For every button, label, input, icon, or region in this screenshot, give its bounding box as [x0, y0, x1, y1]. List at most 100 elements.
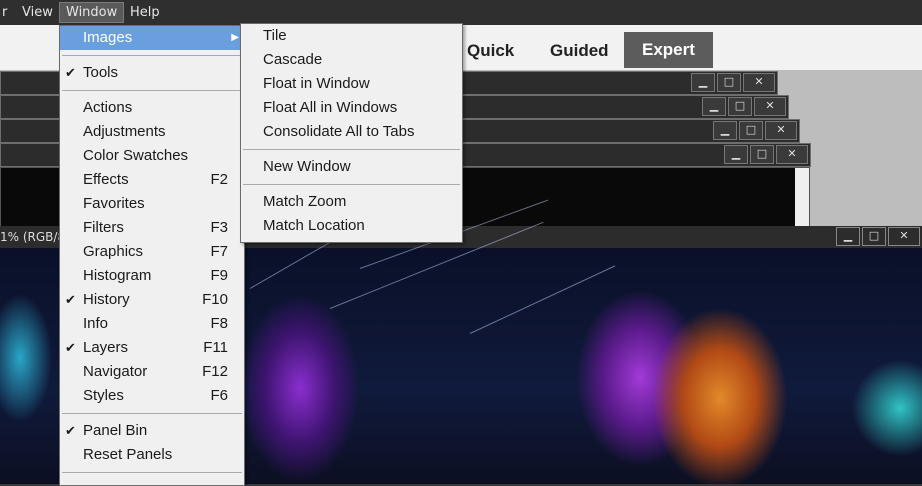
menu-item-info[interactable]: Info F8 — [60, 312, 244, 336]
menu-item-color-swatches[interactable]: Color Swatches — [60, 144, 244, 168]
restore-icon: □ — [734, 99, 746, 112]
menu-item-shortcut: F11 — [203, 339, 228, 356]
menu-item-tools[interactable]: ✔ Tools — [60, 61, 244, 85]
minimize-button[interactable]: ▁ — [702, 97, 726, 116]
menu-item-shortcut: F3 — [210, 219, 228, 236]
menu-item-histogram[interactable]: Histogram F9 — [60, 264, 244, 288]
close-button[interactable]: ✕ — [776, 145, 808, 164]
menu-item-label: Consolidate All to Tabs — [263, 123, 415, 140]
vertical-scrollbar[interactable] — [795, 168, 809, 228]
menu-item-label: Styles — [83, 387, 124, 404]
menu-item-new-window[interactable]: New Window — [241, 155, 462, 179]
menu-item-label: History — [83, 291, 130, 308]
menu-separator — [62, 413, 242, 414]
checkmark-icon: ✔ — [65, 423, 76, 438]
close-button[interactable]: ✕ — [743, 73, 775, 92]
menu-item-label: Match Zoom — [263, 193, 347, 210]
close-button[interactable]: ✕ — [888, 227, 920, 246]
menu-item-label: Layers — [83, 339, 129, 356]
minimize-icon: ▁ — [843, 229, 853, 242]
menu-item-label: Float All in Windows — [263, 99, 398, 116]
menu-item-match-zoom[interactable]: Match Zoom — [241, 190, 462, 214]
menu-item-consolidate-all-to-tabs[interactable]: Consolidate All to Tabs — [241, 120, 462, 144]
menu-item-shortcut: F7 — [210, 243, 228, 260]
mode-guided-tab[interactable]: Guided — [550, 33, 609, 69]
menu-separator — [243, 184, 460, 185]
restore-button[interactable]: □ — [750, 145, 774, 164]
menu-item-shortcut: F10 — [202, 291, 228, 308]
checkmark-icon: ✔ — [65, 340, 76, 355]
menu-item-label: Tools — [83, 64, 119, 81]
menu-item-label: New Window — [263, 158, 351, 175]
menu-item-label: Images — [83, 29, 133, 46]
menu-item-history[interactable]: ✔ History F10 — [60, 288, 244, 312]
menu-item-panel-bin[interactable]: ✔ Panel Bin — [60, 419, 244, 443]
restore-icon: □ — [723, 75, 735, 88]
menu-edit-partial[interactable]: r — [0, 3, 13, 22]
mode-quick-tab[interactable]: Quick — [467, 33, 514, 69]
menu-separator — [62, 55, 242, 56]
menu-window[interactable]: Window — [59, 2, 125, 23]
minimize-button[interactable]: ▁ — [836, 227, 860, 246]
menu-item-float-all-in-windows[interactable]: Float All in Windows — [241, 96, 462, 120]
menu-item-graphics[interactable]: Graphics F7 — [60, 240, 244, 264]
menu-item-shortcut: F8 — [210, 315, 228, 332]
close-icon: ✕ — [765, 99, 775, 112]
menu-item-label: Match Location — [263, 217, 365, 234]
menu-item-label: Actions — [83, 99, 133, 116]
mode-expert-tab[interactable]: Expert — [624, 32, 713, 68]
menu-item-label: Filters — [83, 219, 124, 236]
document-title: 1% (RGB/8 — [0, 230, 66, 244]
menu-item-shortcut: F2 — [210, 171, 228, 188]
menu-item-tile[interactable]: Tile — [241, 24, 462, 48]
menu-item-match-location[interactable]: Match Location — [241, 214, 462, 238]
menu-item-label: Cascade — [263, 51, 323, 68]
minimize-button[interactable]: ▁ — [691, 73, 715, 92]
menu-separator — [243, 149, 460, 150]
close-icon: ✕ — [787, 147, 797, 160]
restore-icon: □ — [745, 123, 757, 136]
minimize-button[interactable]: ▁ — [724, 145, 748, 164]
minimize-icon: ▁ — [709, 99, 719, 112]
checkmark-icon: ✔ — [65, 292, 76, 307]
menu-item-filters[interactable]: Filters F3 — [60, 216, 244, 240]
menu-item-label: Graphics — [83, 243, 144, 260]
close-button[interactable]: ✕ — [765, 121, 797, 140]
menu-item-cascade[interactable]: Cascade — [241, 48, 462, 72]
restore-button[interactable]: □ — [862, 227, 886, 246]
menu-item-effects[interactable]: Effects F2 — [60, 168, 244, 192]
minimize-icon: ▁ — [698, 75, 708, 88]
restore-button[interactable]: □ — [728, 97, 752, 116]
menu-item-styles[interactable]: Styles F6 — [60, 384, 244, 408]
menu-item-label: Panel Bin — [83, 422, 148, 439]
menu-item-adjustments[interactable]: Adjustments — [60, 120, 244, 144]
menu-separator — [62, 90, 242, 91]
menu-item-shortcut: F6 — [210, 387, 228, 404]
menu-item-label: Tile — [263, 27, 287, 44]
menu-item-images[interactable]: Images ▶ — [60, 26, 244, 50]
menu-item-shortcut: F9 — [210, 267, 228, 284]
minimize-button[interactable]: ▁ — [713, 121, 737, 140]
restore-button[interactable]: □ — [739, 121, 763, 140]
menu-item-navigator[interactable]: Navigator F12 — [60, 360, 244, 384]
close-icon: ✕ — [754, 75, 764, 88]
menu-item-layers[interactable]: ✔ Layers F11 — [60, 336, 244, 360]
menu-separator — [62, 472, 242, 473]
menu-item-label: Navigator — [83, 363, 148, 380]
menu-item-float-in-window[interactable]: Float in Window — [241, 72, 462, 96]
menu-item-actions[interactable]: Actions — [60, 96, 244, 120]
restore-button[interactable]: □ — [717, 73, 741, 92]
menu-item-favorites[interactable]: Favorites — [60, 192, 244, 216]
restore-icon: □ — [756, 147, 768, 160]
menu-view[interactable]: View — [16, 3, 59, 22]
minimize-icon: ▁ — [720, 123, 730, 136]
menu-item-label: Effects — [83, 171, 129, 188]
menu-item-reset-panels[interactable]: Reset Panels — [60, 443, 244, 467]
menu-help[interactable]: Help — [124, 3, 166, 22]
menu-bar: r View Window Help — [0, 0, 922, 25]
menu-item-label: Adjustments — [83, 123, 166, 140]
close-button[interactable]: ✕ — [754, 97, 786, 116]
images-submenu: Tile Cascade Float in Window Float All in W… — [240, 23, 463, 243]
menu-item-label: Histogram — [83, 267, 152, 284]
menu-item-label: Info — [83, 315, 109, 332]
